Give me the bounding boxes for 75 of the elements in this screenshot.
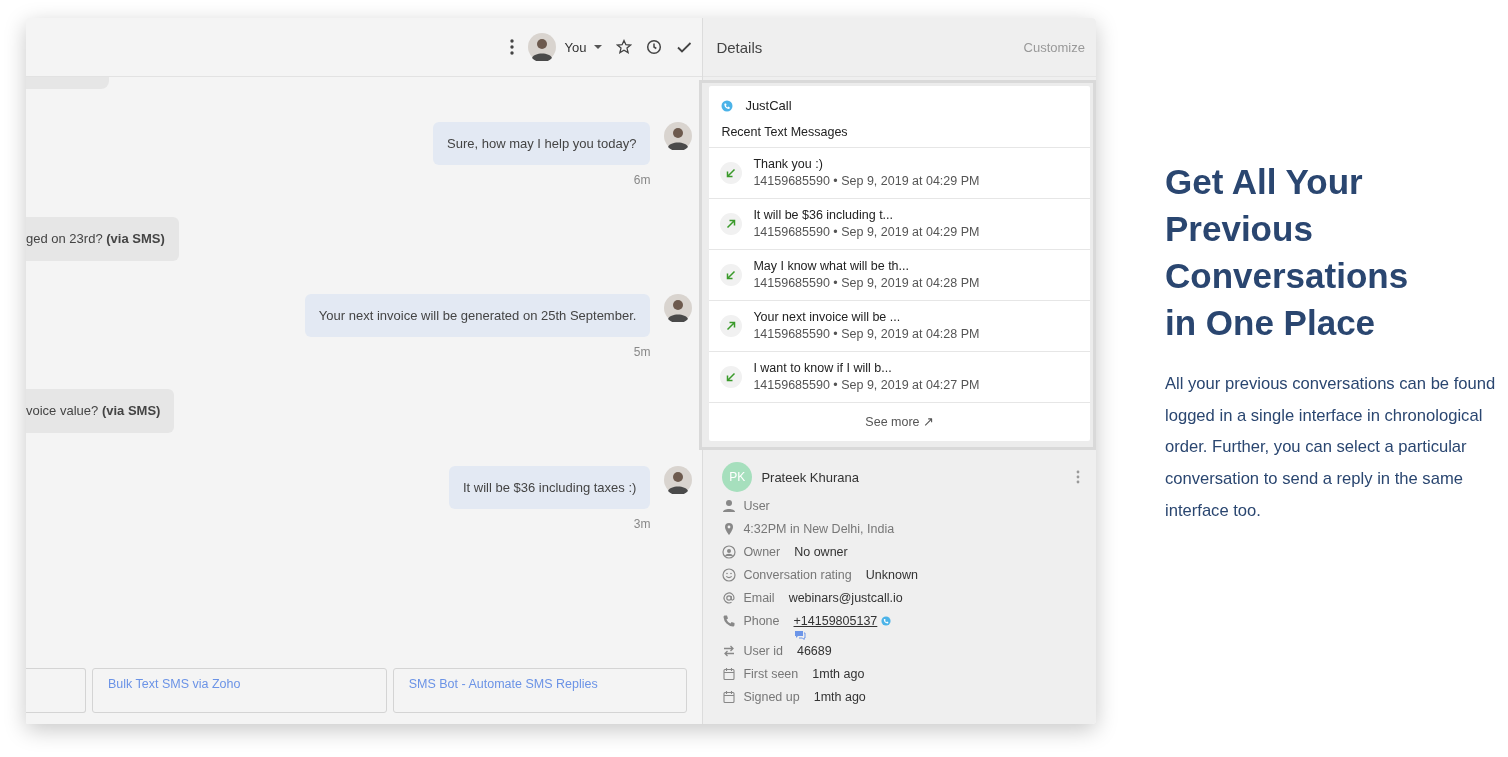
app-name: JustCall [745, 98, 792, 113]
attribute-label: User [743, 498, 770, 514]
message-meta: 14159685590 • Sep 9, 2019 at 04:27 PM [753, 377, 980, 394]
caret-icon [594, 45, 603, 49]
message-preview: It will be $36 including t... [753, 207, 895, 224]
avatar-icon [664, 466, 693, 494]
section-title: Recent Text Messages [721, 125, 849, 139]
phone-bubble-icon [881, 616, 892, 626]
attribute-value: 46689 [796, 643, 832, 659]
arrow-up-right-icon [720, 315, 743, 337]
attribute-label: Owner [743, 544, 781, 560]
attribute-label: Email [743, 590, 775, 606]
see-more-link[interactable]: See more ↗ [865, 403, 934, 441]
attribute-label: 4:32PM in New Delhi, India [743, 521, 895, 537]
message-preview: Your next invoice will be ... [753, 309, 902, 326]
phone-bubble-icon [721, 99, 734, 112]
text-message-item[interactable]: I want to know if I will b... 14159685590 • Sep 9, 2019 at 04:27 PM [709, 352, 1090, 403]
attribute-value: No owner [794, 544, 848, 560]
chat-bubbles-icon[interactable] [793, 630, 806, 640]
arrow-down-left-icon [720, 366, 743, 388]
message-preview: May I know what will be th... [753, 258, 910, 275]
message-meta: 14159685590 • Sep 9, 2019 at 04:28 PM [753, 326, 980, 343]
phone-link[interactable]: +14159805137 [793, 613, 878, 629]
avatar-icon [528, 33, 557, 61]
attribute-label: User id [743, 643, 783, 659]
attribute-label: First seen [743, 666, 799, 682]
arrow-down-left-icon [720, 264, 743, 286]
attribute-label: Signed up [743, 689, 800, 705]
promo-text: All your previous conversations can be found logged in a single interface in chronological order. Further, you can select a particular conversation to send a reply in the same interface too. [1165, 373, 1497, 522]
calendar-icon [722, 690, 737, 704]
message-time: 5m [633, 344, 651, 361]
avatar-icon [664, 294, 693, 322]
avatar-icon [664, 122, 693, 150]
clock-icon[interactable] [646, 39, 663, 55]
text-message-item[interactable]: Thank you :) 14159685590 • Sep 9, 2019 at 04:29 PM [709, 148, 1090, 199]
assignee-dropdown[interactable]: You [528, 33, 603, 61]
panel-title: Details [716, 38, 763, 56]
message-bubble: Sure, how may I help you today? [433, 122, 651, 165]
arrow-up-right-icon [720, 213, 743, 235]
promo-heading-line: Conversations [1165, 255, 1410, 297]
message-bubble: Your next invoice will be generated on 25th September. [304, 294, 651, 337]
attribute-value: Unknown [865, 567, 918, 583]
phone-icon [722, 614, 737, 628]
swap-arrows-icon [722, 644, 737, 658]
owner-icon [722, 545, 737, 559]
message-meta: 14159685590 • Sep 9, 2019 at 04:28 PM [753, 275, 980, 292]
attribute-value: 1mth ago [812, 666, 865, 682]
person-icon [722, 499, 737, 513]
message-preview: I want to know if I will b... [753, 360, 893, 377]
arrow-down-left-icon [720, 162, 743, 184]
message-meta: 14159685590 • Sep 9, 2019 at 04:29 PM [753, 173, 980, 190]
text-message-item[interactable]: It will be $36 including t... 14159685590 • Sep 9, 2019 at 04:29 PM [709, 199, 1090, 250]
message-bubble: voice value? (via SMS) [26, 389, 175, 433]
text-message-item[interactable]: Your next invoice will be ... 14159685590 • Sep 9, 2019 at 04:28 PM [709, 301, 1090, 352]
message-bubble: It will be $36 including taxes :) [448, 466, 651, 509]
at-sign-icon [722, 591, 737, 605]
message-bubble: ged on 23rd? (via SMS) [26, 217, 179, 261]
more-options-icon[interactable] [510, 39, 515, 55]
initials-avatar: PK [722, 462, 753, 492]
promo-heading-line: Get All Your [1165, 161, 1364, 203]
star-icon[interactable] [616, 39, 633, 55]
attribute-value: 1mth ago [813, 689, 866, 705]
calendar-icon [722, 667, 737, 681]
attribute-label: Conversation rating [743, 567, 852, 583]
message-preview: Thank you :) [753, 156, 824, 173]
promo-heading-line: Previous [1165, 208, 1314, 250]
message-meta: 14159685590 • Sep 9, 2019 at 04:29 PM [753, 224, 980, 241]
text-message-item[interactable]: May I know what will be th... 14159685590 • Sep 9, 2019 at 04:28 PM [709, 250, 1090, 301]
attribute-value: webinars@justcall.io [788, 590, 903, 606]
promo-heading-line: in One Place [1165, 302, 1377, 344]
message-time: 3m [633, 516, 651, 533]
smiley-icon [722, 568, 737, 582]
message-time: 6m [633, 172, 651, 189]
contact-name: Prateek Khurana [761, 469, 860, 485]
attribute-label: Phone [743, 613, 780, 629]
